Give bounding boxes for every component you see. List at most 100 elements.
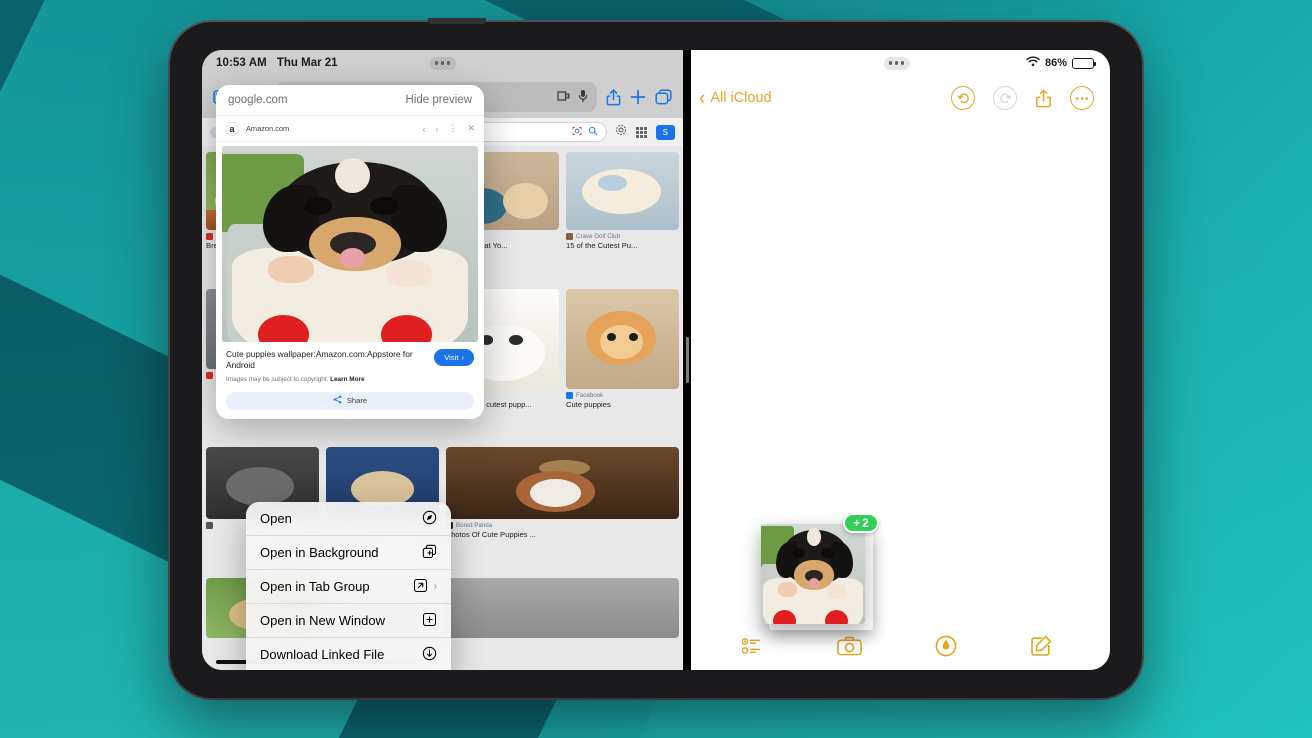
result-source-row: Facebook: [566, 391, 679, 399]
drag-count-badge: + 2: [843, 513, 879, 533]
dragged-puppy-photo: [761, 524, 865, 624]
menu-item-label: Download Linked File: [260, 647, 385, 662]
menu-item-trailing: [422, 510, 437, 528]
notes-toolbar-actions: [951, 86, 1094, 110]
preview-caption-text: Cute puppies wallpaper:Amazon.com:Appsto…: [226, 349, 413, 371]
puppy-photo: [566, 288, 679, 389]
split-view-divider[interactable]: [683, 50, 691, 670]
redo-icon[interactable]: [993, 86, 1017, 110]
compose-icon[interactable]: [1030, 635, 1052, 662]
markup-pen-icon[interactable]: [935, 635, 957, 662]
result-title: Cute puppies: [566, 399, 611, 409]
preview-nav-controls: ‹ › ⋮ ✕: [422, 123, 475, 134]
microphone-icon[interactable]: [578, 89, 588, 106]
multitasking-dots-button[interactable]: [429, 56, 456, 70]
menu-item-open-in-tab-group[interactable]: Open in Tab Group ›: [246, 570, 451, 604]
visit-button[interactable]: Visit ›: [434, 349, 474, 366]
menu-item-open-in-background[interactable]: Open in Background: [246, 536, 451, 570]
hide-preview-button[interactable]: Hide preview: [406, 94, 472, 106]
menu-item-label: Open in Background: [260, 545, 379, 560]
badge-plus-sign: +: [853, 516, 861, 530]
badge-count: 2: [862, 516, 869, 530]
safari-status-bar: 10:53 AM Thu Mar 21: [202, 50, 683, 76]
checklist-icon[interactable]: [741, 637, 764, 660]
result-thumbnail[interactable]: [566, 152, 679, 230]
ipad-device: 10:53 AM Thu Mar 21 AA: [170, 18, 1142, 698]
safari-link-context-menu: Open Open in Background Open in Tab Grou…: [246, 502, 451, 670]
settings-gear-icon[interactable]: [615, 123, 627, 141]
notes-status-bar: 86%: [683, 50, 1110, 76]
preview-copyright-note: Images may be subject to copyright. Lear…: [226, 376, 474, 383]
source-favicon-icon: [206, 233, 213, 240]
google-signin-button[interactable]: S: [655, 124, 675, 140]
safari-app-pane: 10:53 AM Thu Mar 21 AA: [202, 50, 683, 670]
more-options-icon[interactable]: [1070, 86, 1094, 110]
result-card[interactable]: Facebook Cute puppies: [566, 288, 679, 442]
result-title: Photos Of Cute Puppies ...: [446, 530, 536, 539]
preview-overflow-icon[interactable]: ⋮: [448, 123, 457, 134]
preview-share-button[interactable]: Share: [226, 391, 474, 410]
share-icon[interactable]: [606, 88, 621, 106]
back-chevron-icon: ‹: [699, 87, 706, 109]
share-icon[interactable]: [1035, 89, 1052, 108]
menu-item-open-in-new-window[interactable]: Open in New Window: [246, 604, 451, 638]
menu-item-trailing: [422, 544, 437, 562]
preview-caption-row: Cute puppies wallpaper:Amazon.com:Appsto…: [226, 349, 474, 372]
result-title: 15 of the Cutest Pu...: [566, 241, 638, 250]
result-source: Bored Panda: [456, 522, 493, 529]
result-card[interactable]: Bored Panda Photos Of Cute Puppies ...: [446, 447, 679, 572]
puppy-hero-photo: [222, 146, 478, 342]
multitasking-dots-button-notes[interactable]: [883, 56, 910, 70]
result-source-row: Bored Panda: [446, 522, 679, 529]
safari-link-preview-popover: google.com Hide preview a Amazon.com ‹ ›…: [216, 85, 484, 419]
result-thumbnail[interactable]: [566, 288, 679, 389]
google-search-icon[interactable]: [588, 123, 598, 141]
menu-item-label: Open in Tab Group: [260, 579, 370, 594]
wifi-icon: [1026, 56, 1040, 70]
notes-toolbar: ‹ All iCloud: [683, 76, 1110, 120]
extension-icon[interactable]: [557, 90, 571, 105]
preview-close-icon[interactable]: ✕: [467, 123, 475, 134]
copyright-text: Images may be subject to copyright.: [226, 375, 329, 383]
ipad-screen: 10:53 AM Thu Mar 21 AA: [202, 50, 1110, 670]
note-editing-canvas[interactable]: + 2: [683, 120, 1110, 630]
divider-grip-handle[interactable]: [685, 337, 689, 383]
camera-icon[interactable]: [836, 636, 862, 661]
compass-icon: [422, 510, 437, 528]
preview-forward-icon[interactable]: ›: [435, 124, 438, 134]
preview-back-icon[interactable]: ‹: [422, 124, 425, 134]
submenu-chevron-icon: ›: [433, 581, 437, 592]
back-to-all-icloud-button[interactable]: ‹ All iCloud: [699, 89, 772, 108]
visit-chevron-icon: ›: [461, 353, 464, 362]
battery-percent-label: 86%: [1044, 57, 1067, 69]
learn-more-link[interactable]: Learn More: [330, 376, 364, 383]
menu-item-label: Open: [260, 511, 292, 526]
result-card[interactable]: [446, 577, 679, 671]
source-favicon-icon: [566, 391, 573, 399]
source-favicon-icon: [566, 233, 573, 240]
menu-item-open[interactable]: Open: [246, 502, 451, 536]
status-date: Thu Mar 21: [276, 57, 338, 69]
result-thumbnail[interactable]: [446, 577, 679, 638]
status-time: 10:53 AM: [216, 57, 267, 69]
source-favicon-icon: [206, 371, 213, 379]
plus-square-icon: [422, 612, 437, 630]
tabs-overview-icon[interactable]: [655, 89, 672, 105]
menu-item-label: Open in New Window: [260, 613, 385, 628]
preview-hero-image[interactable]: [222, 146, 478, 342]
puppy-photo: [446, 447, 679, 519]
menu-item-download-linked-file[interactable]: Download Linked File: [246, 638, 451, 670]
power-button[interactable]: [428, 18, 486, 24]
share-small-icon: [333, 395, 342, 406]
google-lens-icon[interactable]: [572, 123, 582, 141]
result-card[interactable]: Crave Golf Club 15 of the Cutest Pu...: [566, 152, 679, 283]
status-right-cluster: 86%: [1026, 56, 1096, 70]
new-tab-icon[interactable]: [630, 89, 646, 105]
result-source-row: Crave Golf Club: [566, 233, 679, 240]
download-icon: [422, 646, 437, 664]
dragged-image-stack[interactable]: + 2: [761, 513, 879, 630]
undo-icon[interactable]: [951, 86, 975, 110]
result-thumbnail[interactable]: [446, 447, 679, 519]
preview-site-row: a Amazon.com ‹ › ⋮ ✕: [216, 116, 484, 142]
google-apps-grid-icon[interactable]: [635, 126, 647, 138]
